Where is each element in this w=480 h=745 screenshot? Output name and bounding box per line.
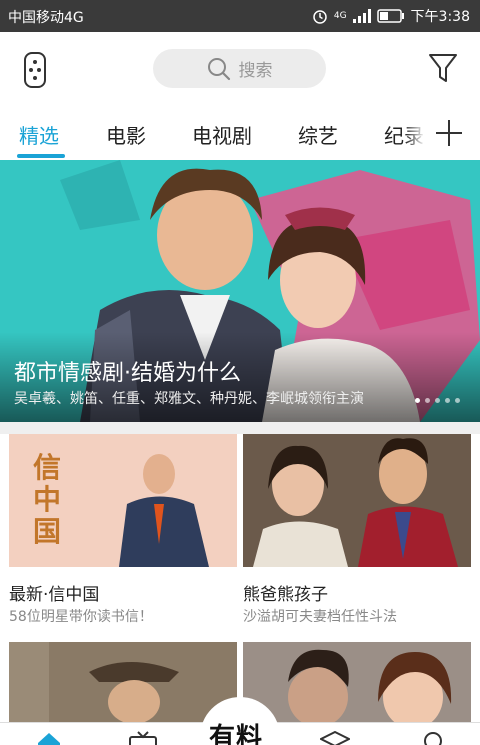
card-subtitle: 58位明星带你读书信！ <box>9 609 153 625</box>
card-title: 最新·信中国 <box>9 585 100 605</box>
channel-icon[interactable] <box>128 731 158 745</box>
filter-icon[interactable] <box>428 52 458 84</box>
app-header: 搜索 <box>0 32 480 102</box>
carousel-dot <box>445 398 450 403</box>
carousel-dot <box>435 398 440 403</box>
search-bar[interactable]: 搜索 <box>153 49 326 88</box>
tab-featured[interactable]: 精选 <box>19 120 59 149</box>
video-card[interactable] <box>9 642 237 722</box>
featured-banner[interactable]: 都市情感剧·结婚为什么 吴卓羲、姚笛、任重、郑雅文、种丹妮、李岷城领衔主演 <box>0 160 480 422</box>
poster-title-text: 信中国 <box>33 451 62 548</box>
carrier-label: 中国移动4G <box>8 10 84 26</box>
tab-tv-series[interactable]: 电视剧 <box>192 120 252 149</box>
banner-title: 都市情感剧·结婚为什么 <box>14 361 241 386</box>
card-subtitle: 沙溢胡可夫妻档任性斗法 <box>243 609 397 625</box>
card-thumbnail <box>9 642 237 722</box>
network-type-label: 4G <box>333 11 347 21</box>
clock: 下午3:38 <box>410 9 470 25</box>
home-icon[interactable] <box>36 731 62 745</box>
carousel-dot <box>415 398 420 403</box>
remote-control-icon[interactable] <box>24 52 46 88</box>
card-thumbnail <box>243 434 471 567</box>
carousel-dot <box>455 398 460 403</box>
video-card[interactable]: 信中国 最新·信中国 58位明星带你读书信！ <box>9 434 237 634</box>
discover-icon[interactable] <box>320 731 350 745</box>
status-icons: 4G 下午3:38 <box>312 6 470 26</box>
active-tab-indicator <box>17 154 65 158</box>
video-card[interactable] <box>243 642 471 722</box>
card-thumbnail <box>243 642 471 722</box>
search-placeholder: 搜索 <box>238 61 273 81</box>
carousel-dot <box>425 398 430 403</box>
status-bar: 中国移动4G 4G 下午3:38 <box>0 0 480 32</box>
banner-subtitle: 吴卓羲、姚笛、任重、郑雅文、种丹妮、李岷城领衔主演 <box>14 391 364 407</box>
category-tabs: 精选 电影 电视剧 综艺 纪录片 <box>0 102 480 160</box>
card-title: 熊爸熊孩子 <box>243 585 328 605</box>
signal-icon <box>352 9 371 23</box>
tab-movies[interactable]: 电影 <box>106 120 146 149</box>
center-label: 有料 <box>209 723 264 745</box>
battery-icon <box>376 9 404 23</box>
tab-variety[interactable]: 综艺 <box>298 120 338 149</box>
add-channel-icon[interactable] <box>436 120 462 146</box>
profile-icon[interactable] <box>420 731 446 745</box>
video-card[interactable]: 熊爸熊孩子 沙溢胡可夫妻档任性斗法 <box>243 434 471 634</box>
carousel-indicator <box>415 398 460 403</box>
section-divider <box>0 422 480 434</box>
alarm-icon <box>313 10 327 24</box>
search-icon <box>207 57 230 80</box>
